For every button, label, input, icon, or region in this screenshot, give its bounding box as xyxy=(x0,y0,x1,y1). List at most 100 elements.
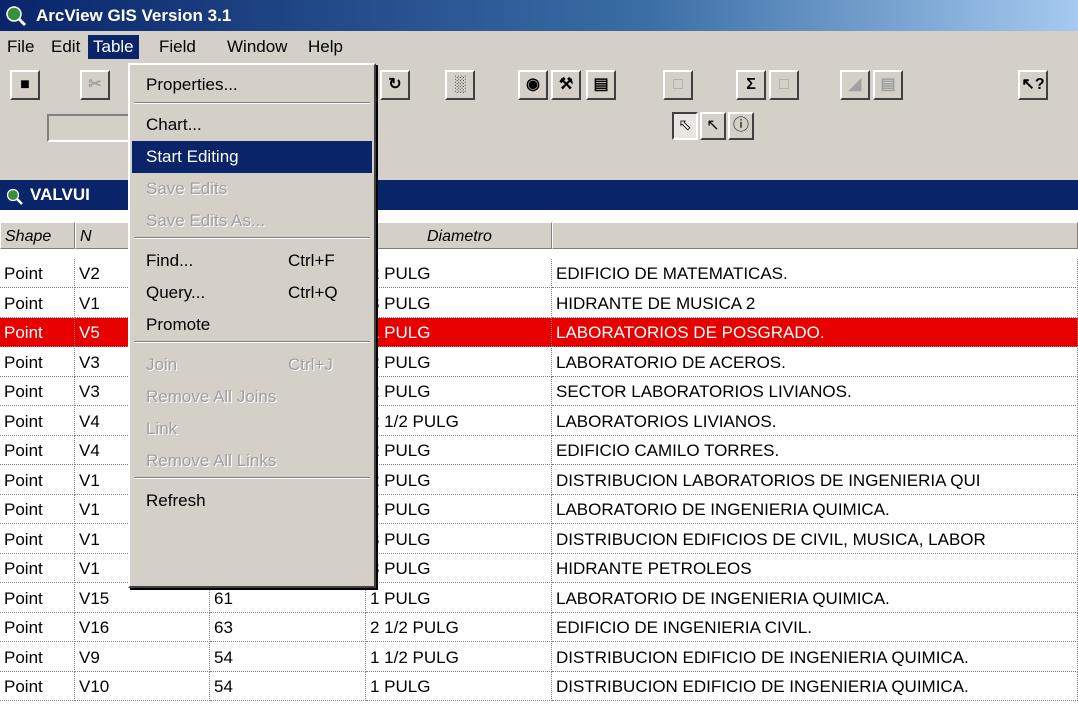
table-cell: 63 xyxy=(210,613,366,642)
sort-ascending-button[interactable]: ◢ xyxy=(840,70,870,100)
sort-ascending-icon: ◢ xyxy=(848,76,862,93)
table-window-name: VALVUI xyxy=(30,185,90,204)
statistics-icon: ░ xyxy=(454,76,466,93)
table-cell: 1 1/2 PULG xyxy=(366,642,552,672)
table-cell: EDIFICIO CAMILO TORRES. xyxy=(552,436,1078,465)
menu-field[interactable]: Field xyxy=(154,35,201,59)
table-cell: DISTRIBUCION LABORATORIOS DE INGENIERIA … xyxy=(552,465,1078,495)
table-row[interactable]: Point V10 54 1 PULG DISTRIBUCION EDIFICIO DE… xyxy=(0,672,1078,701)
table-cell: Point xyxy=(0,524,75,554)
calculate-icon: □ xyxy=(779,76,789,93)
window-title: ArcView GIS Version 3.1 xyxy=(36,6,232,25)
menu-edit-label: Edit xyxy=(51,37,81,56)
menu-item-query[interactable]: Query... Ctrl+Q xyxy=(132,277,372,309)
table-cell: 2 PULG xyxy=(366,436,552,465)
edit-pointer-icon: ↖ xyxy=(706,117,720,134)
table-cell: Point xyxy=(0,642,75,672)
menu-file[interactable]: File xyxy=(2,35,39,59)
table-cell: DISTRIBUCION EDIFICIOS DE CIVIL, MUSICA,… xyxy=(552,524,1078,554)
cut-icon: ✂ xyxy=(88,76,102,93)
column-header-description[interactable] xyxy=(552,222,1078,249)
table-cell: 1 PULG xyxy=(366,583,552,613)
identify-tool[interactable]: ⓘ xyxy=(728,112,754,140)
table-row[interactable]: Point V16 63 2 1/2 PULG EDIFICIO DE INGENIER… xyxy=(0,613,1078,642)
menu-item-label: Link xyxy=(146,419,178,438)
summarize-icon: Σ xyxy=(746,76,756,93)
table-cell: EDIFICIO DE INGENIERIA CIVIL. xyxy=(552,613,1078,642)
column-header-shape[interactable]: Shape xyxy=(0,222,75,249)
save-icon: ■ xyxy=(20,76,30,93)
column-header-diametro[interactable]: Diametro xyxy=(366,222,552,249)
menu-item-label: Find... xyxy=(146,251,194,270)
table-cell: 2 PULG xyxy=(366,347,552,377)
calculate-button[interactable]: □ xyxy=(769,70,799,100)
promote-icon: ▤ xyxy=(593,76,609,93)
menu-item-label: Save Edits As... xyxy=(146,211,266,230)
table-cell: HIDRANTE DE MUSICA 2 xyxy=(552,288,1078,318)
table-menu-dropdown: Properties... Chart... Start Editing Save E… xyxy=(128,63,376,588)
menu-item-remove-all-links[interactable]: Remove All Links xyxy=(132,445,372,477)
table-cell: Point xyxy=(0,672,75,701)
table-cell: 3 PULG xyxy=(366,554,552,583)
menu-table[interactable]: Table xyxy=(88,35,139,59)
menu-edit[interactable]: Edit xyxy=(46,35,85,59)
table-cell: Point xyxy=(0,465,75,495)
menu-item-label: Refresh xyxy=(146,491,206,510)
table-cell: 2 PULG xyxy=(366,259,552,288)
menu-separator xyxy=(134,477,370,479)
table-cell: V10 xyxy=(75,672,210,701)
table-cell: 1 PULG xyxy=(366,318,552,347)
help-button[interactable]: ↖? xyxy=(1018,70,1048,100)
edit-input-box[interactable] xyxy=(47,114,137,142)
menu-separator xyxy=(134,341,370,343)
menu-item-label: Join xyxy=(146,355,178,374)
menu-item-promote[interactable]: Promote xyxy=(132,309,372,341)
sort-descending-button[interactable]: ▤ xyxy=(873,70,903,100)
menu-window-label: Window xyxy=(227,37,288,56)
save-button[interactable]: ■ xyxy=(10,70,40,100)
query-builder-button[interactable]: ⚒ xyxy=(551,70,581,100)
help-icon: ↖? xyxy=(1021,76,1045,93)
menu-item-link[interactable]: Link xyxy=(132,413,372,445)
table-cell: 2 1/2 PULG xyxy=(366,406,552,436)
table-cell: HIDRANTE PETROLEOS xyxy=(552,554,1078,583)
menu-help[interactable]: Help xyxy=(303,35,348,59)
join-button[interactable]: □ xyxy=(663,70,693,100)
menu-item-shortcut: Ctrl+F xyxy=(288,251,335,270)
refresh-icon: ↻ xyxy=(388,76,402,93)
cut-button[interactable]: ✂ xyxy=(80,70,110,100)
menu-item-find[interactable]: Find... Ctrl+F xyxy=(132,245,372,277)
query-builder-icon: ⚒ xyxy=(558,76,574,93)
table-row[interactable]: Point V9 54 1 1/2 PULG DISTRIBUCION EDIFICIO… xyxy=(0,642,1078,672)
refresh-button[interactable]: ↻ xyxy=(380,70,410,100)
table-cell: Point xyxy=(0,583,75,613)
menu-window[interactable]: Window xyxy=(222,35,292,59)
select-tool[interactable]: ⬁ xyxy=(672,112,698,140)
title-bar: ArcView GIS Version 3.1 xyxy=(0,0,1078,31)
table-cell: LABORATORIOS DE POSGRADO. xyxy=(552,318,1078,347)
table-cell: Point xyxy=(0,406,75,436)
promote-button[interactable]: ▤ xyxy=(586,70,616,100)
menu-item-remove-all-joins[interactable]: Remove All Joins xyxy=(132,381,372,413)
statistics-button[interactable]: ░ xyxy=(445,70,475,100)
menu-item-refresh[interactable]: Refresh xyxy=(132,485,372,517)
summarize-button[interactable]: Σ xyxy=(736,70,766,100)
join-icon: □ xyxy=(673,76,683,93)
menu-separator xyxy=(134,237,370,239)
menu-item-join[interactable]: Join Ctrl+J xyxy=(132,349,372,381)
find-button[interactable]: ◉ xyxy=(518,70,548,100)
menu-item-shortcut: Ctrl+J xyxy=(288,355,333,374)
table-cell: Point xyxy=(0,318,75,347)
table-cell: V16 xyxy=(75,613,210,642)
menu-file-label: File xyxy=(7,37,35,56)
table-cell: 3 PULG xyxy=(366,524,552,554)
menu-item-properties[interactable]: Properties... xyxy=(132,69,372,101)
menu-item-save-edits[interactable]: Save Edits xyxy=(132,173,372,205)
menu-item-label: Start Editing xyxy=(146,147,239,166)
edit-tool[interactable]: ↖ xyxy=(700,112,726,140)
menu-item-start-editing[interactable]: Start Editing xyxy=(132,141,372,173)
menu-item-chart[interactable]: Chart... xyxy=(132,109,372,141)
menu-item-save-edits-as[interactable]: Save Edits As... xyxy=(132,205,372,237)
pointer-icon: ⬁ xyxy=(678,117,692,134)
table-cell: Point xyxy=(0,377,75,406)
